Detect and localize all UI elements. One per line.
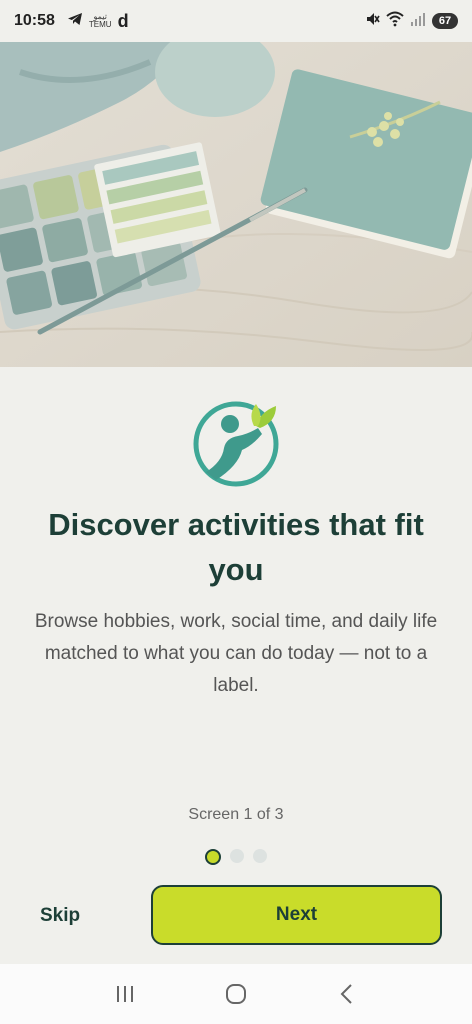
onboarding-description: Browse hobbies, work, social time, and d… xyxy=(34,611,438,696)
system-nav-bar xyxy=(0,964,472,1024)
page-dot-3 xyxy=(253,849,267,863)
home-button[interactable] xyxy=(216,974,256,1014)
page-indicator xyxy=(0,849,472,865)
back-button[interactable] xyxy=(327,974,367,1014)
next-button[interactable]: Next xyxy=(151,885,442,945)
progress-counter: Screen 1 of 3 xyxy=(188,806,284,823)
temu-line2: TEMU xyxy=(88,20,112,29)
temu-icon: ﺗﻴﻤﻮ TEMU xyxy=(89,13,112,29)
back-icon xyxy=(340,984,352,1004)
signal-icon xyxy=(410,12,426,31)
wifi-icon xyxy=(386,11,404,32)
home-icon xyxy=(225,984,246,1004)
status-bar: 10:58 ﺗﻴﻤﻮ TEMU d 67 xyxy=(0,0,472,42)
app-logo xyxy=(192,396,282,488)
status-left: 10:58 ﺗﻴﻤﻮ TEMU d xyxy=(14,11,129,32)
status-right: 67 xyxy=(364,11,458,32)
page-dot-2 xyxy=(230,849,244,863)
skip-button[interactable]: Skip xyxy=(40,899,126,933)
onboarding-title: Discover activities that fit you xyxy=(48,507,424,587)
hero-image xyxy=(0,42,472,367)
telegram-icon xyxy=(67,12,83,31)
mute-icon xyxy=(364,11,380,32)
status-time: 10:58 xyxy=(14,12,55,29)
page-dot-1 xyxy=(205,849,221,865)
recent-apps-button[interactable] xyxy=(105,974,145,1014)
battery-indicator: 67 xyxy=(432,13,458,29)
d-icon: d xyxy=(117,10,129,31)
recent-apps-icon xyxy=(117,986,134,1002)
